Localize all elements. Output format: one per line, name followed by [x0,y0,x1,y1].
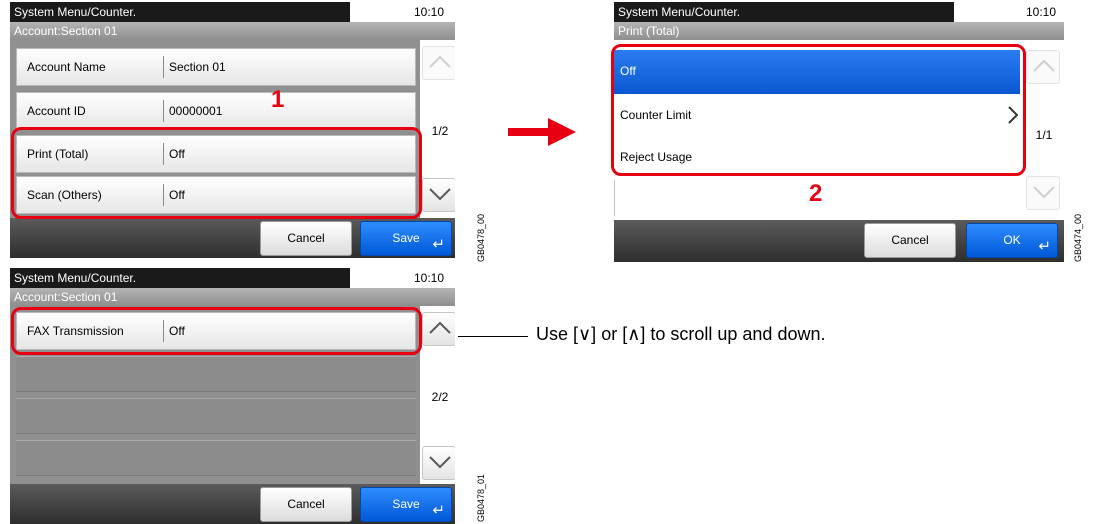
enter-icon: ↵ [1038,238,1051,255]
chevron-up-icon [429,321,451,334]
scroll-down-button[interactable] [422,178,455,212]
scroll-column: 1/1 [1024,46,1064,224]
scroll-up-button[interactable] [1026,50,1060,84]
empty-row [16,398,416,434]
breadcrumb: Account:Section 01 [10,22,455,40]
chevron-down-icon [429,188,451,201]
row-value: Section 01 [169,60,226,74]
bottom-bar: Cancel OK ↵ [614,220,1064,262]
highlight-print-scan-rows [11,127,422,219]
cancel-button[interactable]: Cancel [260,221,352,256]
ok-button[interactable]: OK ↵ [966,223,1058,258]
screen-title: System Menu/Counter. [10,268,350,288]
page-indicator: 1/1 [1035,128,1053,142]
row-label: Account ID [27,104,86,118]
highlight-fax-row [11,307,422,355]
save-label: Save [392,497,420,511]
callout-number-2: 2 [809,180,823,207]
chevron-up-icon [429,55,451,68]
chevron-up-icon [1033,59,1055,72]
row-value: 00000001 [169,104,223,118]
title-bar: System Menu/Counter. 10:10 [10,268,455,288]
bottom-bar: Cancel Save ↵ [10,484,455,524]
breadcrumb: Account:Section 01 [10,288,455,306]
save-button[interactable]: Save ↵ [360,221,452,256]
right-arrow-icon [508,118,576,146]
row-account-name[interactable]: Account Name Section 01 [16,48,416,86]
chevron-down-icon [429,456,451,469]
bottom-bar: Cancel Save ↵ [10,218,455,258]
callout-number-1: 1 [271,86,285,113]
ok-label: OK [1003,233,1021,247]
scroll-down-button[interactable] [1026,176,1060,210]
page-indicator: 2/2 [431,390,449,404]
scroll-instruction: Use [∨] or [∧] to scroll up and down. [536,324,826,344]
breadcrumb: Print (Total) [614,22,1064,40]
title-bar: System Menu/Counter. 10:10 [614,2,1064,22]
cancel-button[interactable]: Cancel [260,487,352,522]
screen-title: System Menu/Counter. [614,2,954,22]
save-button[interactable]: Save ↵ [360,487,452,522]
figure-code: GB0478_00 [476,213,486,262]
clock: 10:10 [414,271,445,285]
empty-row [16,440,416,476]
scroll-down-button[interactable] [422,446,455,480]
enter-icon: ↵ [432,236,445,253]
title-bar: System Menu/Counter. 10:10 [10,2,455,22]
chevron-down-icon [1033,186,1055,199]
screen-title: System Menu/Counter. [10,2,350,22]
figure-code: GB0474_00 [1073,213,1083,262]
scroll-up-button[interactable] [422,46,455,80]
clock: 10:10 [414,5,445,19]
empty-row [16,356,416,392]
save-label: Save [392,231,420,245]
cancel-button[interactable]: Cancel [864,223,956,258]
clock: 10:10 [1026,5,1057,19]
row-account-id[interactable]: Account ID 00000001 [16,92,416,130]
scroll-up-button[interactable] [422,312,455,346]
row-label: Account Name [27,60,106,74]
scroll-column: 1/2 [420,40,455,218]
enter-icon: ↵ [432,502,445,519]
page-indicator: 1/2 [431,124,449,138]
figure-code: GB0478_01 [476,473,486,522]
highlight-options [611,44,1026,176]
callout-line [458,336,528,337]
scroll-column: 2/2 [420,306,455,484]
